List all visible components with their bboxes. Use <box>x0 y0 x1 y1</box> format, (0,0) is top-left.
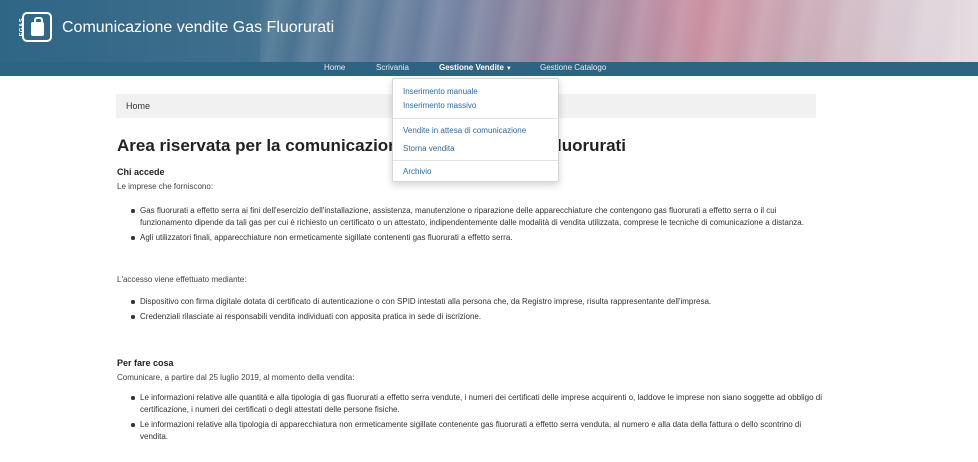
per-fare-cosa-intro: Comunicare, a partire dal 25 luglio 2019… <box>117 373 355 382</box>
page-title-right: luorurati <box>557 136 626 155</box>
nav-gestione-vendite[interactable]: Gestione Vendite ▼ <box>439 63 512 72</box>
menu-item-vendite-in-attesa[interactable]: Vendite in attesa di comunicazione <box>403 126 526 135</box>
menu-item-inserimento-massivo[interactable]: Inserimento massivo <box>403 101 476 110</box>
menu-item-archivio[interactable]: Archivio <box>403 167 431 176</box>
menu-divider <box>393 118 558 119</box>
nav-gestione-vendite-label: Gestione Vendite <box>439 63 504 72</box>
breadcrumb-home[interactable]: Home <box>126 101 150 111</box>
header-decoration <box>260 0 960 62</box>
fgas-logo-icon[interactable]: FGAS <box>19 12 52 42</box>
logo-text: FGAS <box>19 17 26 37</box>
main-nav: Home Scrivania Gestione Vendite ▼ Gestion… <box>0 62 978 76</box>
page-title: Area riservata per la comunicazione <box>117 136 408 156</box>
gestione-vendite-dropdown: Inserimento manuale Inserimento massivo … <box>392 78 559 182</box>
page-title-left: Area riservata per la comunicazione <box>117 136 409 155</box>
app-header: FGAS Comunicazione vendite Gas Fluorurat… <box>0 0 978 62</box>
heading-per-fare-cosa: Per fare cosa <box>117 358 174 368</box>
caret-down-icon: ▼ <box>505 66 512 72</box>
accesso-list: Dispositivo con firma digitale dotata di… <box>131 296 721 323</box>
list-item: Agli utilizzatori finali, apparecchiatur… <box>131 232 831 244</box>
heading-chi-accede: Chi accede <box>117 167 165 177</box>
accesso-intro: L'accesso viene effettuato mediante: <box>117 275 247 284</box>
list-item: Dispositivo con firma digitale dotata di… <box>131 296 721 308</box>
menu-divider <box>393 160 558 161</box>
bag-icon <box>31 17 44 36</box>
menu-item-storna-vendita[interactable]: Storna vendita <box>403 144 455 153</box>
list-item: Gas fluorurati a effetto serra ai fini d… <box>131 205 831 229</box>
nav-scrivania[interactable]: Scrivania <box>376 63 409 72</box>
app-title[interactable]: Comunicazione vendite Gas Fluorurati <box>62 19 334 37</box>
per-fare-cosa-list: Le informazioni relative alle quantità e… <box>131 392 831 443</box>
chi-accede-list: Gas fluorurati a effetto serra ai fini d… <box>131 205 831 244</box>
chi-accede-intro: Le imprese che forniscono: <box>117 182 214 191</box>
list-item: Credenziali rilasciate ai responsabili v… <box>131 311 721 323</box>
list-item: Le informazioni relative alle quantità e… <box>131 392 831 416</box>
list-item: Le informazioni relative alla tipologia … <box>131 419 831 443</box>
nav-gestione-catalogo[interactable]: Gestione Catalogo <box>540 63 606 72</box>
nav-home[interactable]: Home <box>324 63 345 72</box>
menu-item-inserimento-manuale[interactable]: Inserimento manuale <box>403 87 478 96</box>
